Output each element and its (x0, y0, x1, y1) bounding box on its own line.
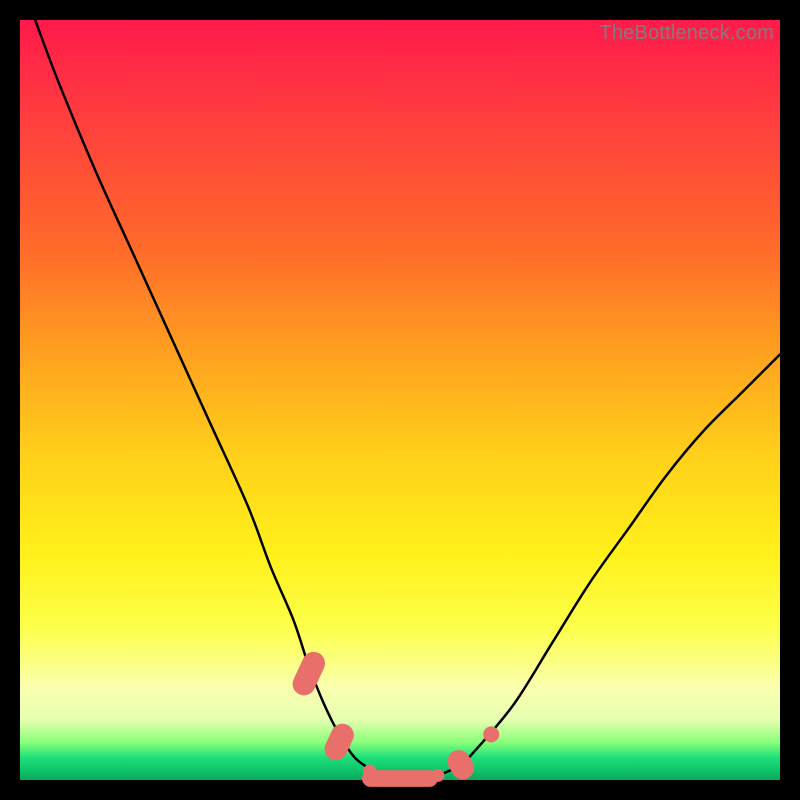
curve-markers (289, 648, 499, 787)
curve-marker (483, 726, 499, 742)
chart-svg (20, 20, 780, 780)
bottleneck-curve (35, 20, 780, 780)
curve-marker (321, 720, 358, 764)
curve-path-group (35, 20, 780, 780)
curve-marker (289, 648, 329, 699)
curve-marker (432, 769, 445, 782)
watermark-text: TheBottleneck.com (599, 22, 774, 45)
curve-marker (362, 770, 438, 787)
chart-frame: TheBottleneck.com (20, 20, 780, 780)
